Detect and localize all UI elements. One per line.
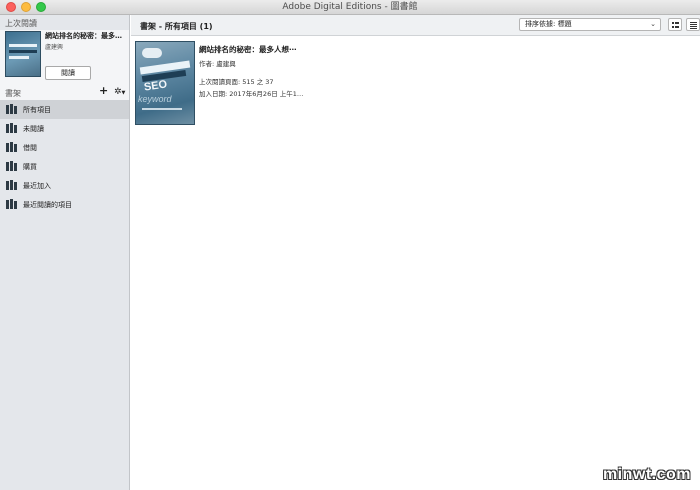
shelf-item-unread[interactable]: 未閱讀	[0, 119, 129, 138]
sidebar: 上次閱讀 網站排名的秘密：最多… 盧建興 閱讀 書架 + ✲▼ 所有項目 未閱讀…	[0, 15, 130, 490]
shelf-label: 未閱讀	[23, 125, 44, 133]
last-read-author: 盧建興	[45, 44, 64, 51]
shelf-item-all[interactable]: 所有項目	[0, 100, 129, 119]
read-button[interactable]: 閱讀	[45, 66, 91, 80]
list-view-button[interactable]	[686, 18, 700, 31]
window-titlebar: Adobe Digital Editions - 圖書館	[0, 0, 700, 15]
book-title: 網站排名的秘密：最多人想⋯	[199, 45, 297, 54]
last-read-title: 網站排名的秘密：最多…	[45, 32, 122, 40]
book-item[interactable]: SEO keyword 網站排名的秘密：最多人想⋯ 作者: 盧建興 上次閱讀頁面…	[135, 41, 415, 125]
shelf-item-recently-added[interactable]: 最近加入	[0, 176, 129, 195]
shelf-label: 借閱	[23, 144, 37, 152]
book-author: 作者: 盧建興	[199, 60, 236, 68]
book-cover[interactable]: SEO keyword	[135, 41, 195, 125]
watermark: minwt.com	[602, 466, 691, 483]
sort-select[interactable]: 排序依據: 標題 ⌄	[519, 18, 661, 31]
bookshelf-icon	[6, 123, 17, 133]
bookshelf-icon	[6, 104, 17, 114]
plus-icon[interactable]: +	[99, 85, 108, 97]
shelf-list: 所有項目 未閱讀 借閱 購買 最近加入 最近閱讀的項目	[0, 100, 129, 214]
bookshelf-icon	[6, 180, 17, 190]
bookshelf-icon	[6, 161, 17, 171]
chevron-down-icon: ⌄	[650, 20, 656, 28]
shelf-item-purchased[interactable]: 購買	[0, 157, 129, 176]
shelf-label: 所有項目	[23, 106, 51, 114]
shelf-title: 書架 - 所有項目 (1)	[140, 22, 213, 31]
bookshelf-icon	[6, 199, 17, 209]
shelves-header: 書架	[5, 89, 21, 98]
shelf-label: 最近閱讀的項目	[23, 201, 72, 209]
shelf-item-recently-read[interactable]: 最近閱讀的項目	[0, 195, 129, 214]
shelf-label: 最近加入	[23, 182, 51, 190]
book-added-date: 加入日期: 2017年6月26日 上午1…	[199, 90, 304, 98]
bookshelf-icon	[6, 142, 17, 152]
last-read-header: 上次閱讀	[5, 19, 37, 28]
shelf-item-borrowed[interactable]: 借閱	[0, 138, 129, 157]
sort-label: 排序依據: 標題	[525, 20, 572, 28]
book-last-read-page: 上次閱讀頁面: 515 之 37	[199, 78, 274, 86]
shelf-label: 購買	[23, 163, 37, 171]
last-read-cover[interactable]	[5, 31, 41, 77]
library-toolbar: 書架 - 所有項目 (1) 排序依據: 標題 ⌄	[131, 15, 700, 36]
grid-view-button[interactable]	[668, 18, 682, 31]
gear-icon[interactable]: ✲▼	[114, 86, 125, 99]
window-title: Adobe Digital Editions - 圖書館	[282, 2, 418, 12]
